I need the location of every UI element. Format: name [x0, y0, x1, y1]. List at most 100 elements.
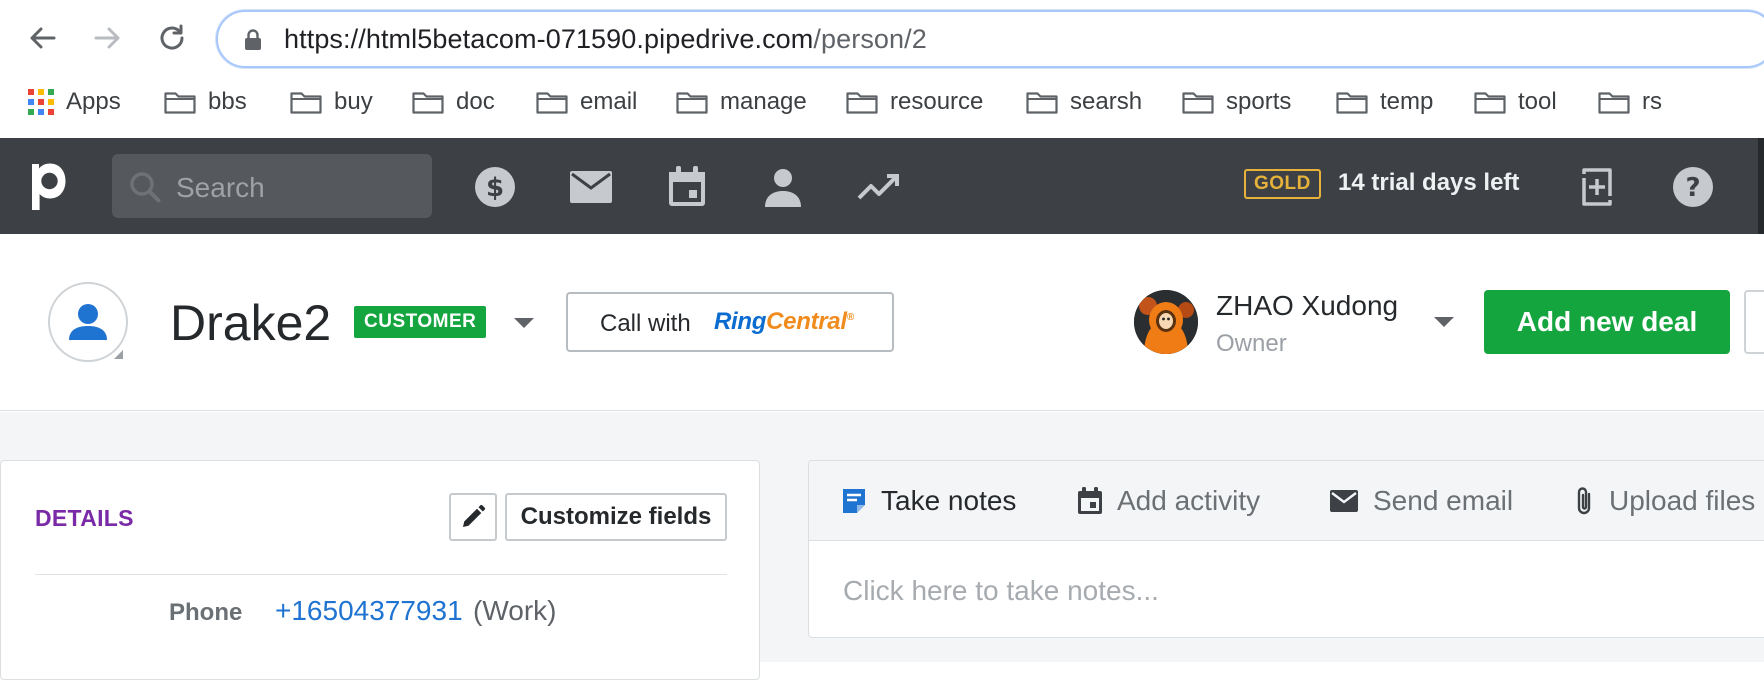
help-button[interactable]: ?: [1670, 164, 1716, 210]
content-area: DETAILS Customize fields Phone +16504377…: [0, 412, 1764, 680]
mail-icon: [1330, 490, 1358, 512]
tab-send-email[interactable]: Send email: [1329, 483, 1513, 519]
bookmark-label: tool: [1518, 88, 1557, 115]
ringcentral-logo: RingCentral®: [714, 308, 854, 335]
phone-label: Phone: [169, 599, 243, 626]
mail-nav[interactable]: [568, 164, 614, 210]
bookmark-doc[interactable]: doc: [412, 86, 495, 118]
activities-nav[interactable]: [664, 164, 710, 210]
bookmark-label: temp: [1380, 88, 1434, 115]
bookmark-label: sports: [1226, 88, 1292, 115]
add-new-deal-button[interactable]: Add new deal: [1484, 290, 1730, 354]
bookmark-manage[interactable]: manage: [676, 86, 807, 118]
help-icon: ?: [1673, 167, 1713, 207]
trend-icon: [857, 174, 899, 200]
folder-icon: [1474, 92, 1506, 114]
tab-label: Upload files: [1609, 485, 1756, 516]
pipedrive-logo-icon[interactable]: [28, 160, 74, 212]
tab-add-activity[interactable]: Add activity: [1077, 483, 1260, 519]
bookmark-resource[interactable]: resource: [846, 86, 983, 118]
more-actions-button[interactable]: [1744, 290, 1764, 354]
insights-nav[interactable]: [856, 164, 902, 210]
owner-dropdown-chevron-icon[interactable]: [1434, 317, 1454, 327]
url-path: /person/2: [813, 24, 927, 54]
bookmark-rs[interactable]: rs: [1598, 86, 1662, 118]
folder-icon: [1026, 92, 1058, 114]
person-name[interactable]: Drake2: [170, 294, 331, 352]
owner-avatar-image: [1134, 290, 1198, 354]
folder-icon: [1598, 92, 1630, 114]
bookmark-label: bbs: [208, 88, 247, 115]
trial-days-text[interactable]: 14 trial days left: [1338, 169, 1519, 197]
bookmark-label: buy: [334, 88, 373, 115]
tab-label: Take notes: [881, 485, 1017, 516]
phone-type: (Work): [473, 595, 557, 626]
svg-text:?: ?: [1685, 173, 1700, 203]
tab-upload-files[interactable]: Upload files: [1575, 483, 1755, 519]
folder-icon: [290, 92, 322, 114]
edit-details-button[interactable]: [449, 493, 497, 541]
bookmark-sports[interactable]: sports: [1182, 86, 1291, 118]
add-box-icon: [1578, 168, 1616, 206]
bookmark-searsh[interactable]: searsh: [1026, 86, 1142, 118]
folder-icon: [536, 92, 568, 114]
owner-name[interactable]: ZHAO Xudong: [1216, 290, 1398, 322]
bookmark-label: rs: [1642, 88, 1662, 115]
call-with-label: Call with: [600, 310, 691, 337]
address-bar[interactable]: https://html5betacom-071590.pipedrive.co…: [216, 10, 1764, 68]
forward-button[interactable]: [88, 18, 128, 58]
dollar-icon: $: [475, 167, 515, 207]
mail-icon: [570, 171, 612, 203]
contacts-nav[interactable]: [760, 164, 806, 210]
notes-tabs: Take notes Add activity Send email Uploa…: [809, 461, 1764, 541]
phone-link[interactable]: +16504377931: [275, 595, 463, 627]
bookmark-buy[interactable]: buy: [290, 86, 373, 118]
svg-text:$: $: [486, 173, 504, 203]
ringcentral-ring: Ring: [714, 308, 767, 335]
bookmark-label: searsh: [1070, 88, 1143, 115]
bookmark-label: doc: [456, 88, 495, 115]
calendar-icon: [1078, 487, 1102, 514]
folder-icon: [846, 92, 878, 114]
customer-label-badge[interactable]: CUSTOMER: [354, 306, 487, 338]
lock-icon: [245, 29, 261, 50]
bookmark-bbs[interactable]: bbs: [164, 86, 247, 118]
folder-icon: [1182, 92, 1214, 114]
tab-label: Add activity: [1117, 485, 1261, 516]
url-text: https://html5betacom-071590.pipedrive.co…: [284, 24, 927, 55]
app-header: Search $ GOLD 14 trial days left ?: [0, 138, 1764, 234]
search-input[interactable]: Search: [112, 154, 432, 218]
label-dropdown-chevron-icon[interactable]: [514, 318, 534, 328]
arrow-left-icon: [30, 27, 56, 49]
bookmark-apps[interactable]: Apps: [28, 86, 121, 118]
browser-chrome: https://html5betacom-071590.pipedrive.co…: [0, 0, 1764, 138]
back-button[interactable]: [22, 18, 62, 58]
take-notes-input[interactable]: Click here to take notes...: [843, 575, 1159, 607]
bookmark-tool[interactable]: tool: [1474, 86, 1557, 118]
search-placeholder: Search: [176, 172, 265, 203]
person-icon: [765, 169, 801, 207]
arrow-right-icon: [94, 27, 120, 49]
bookmark-email[interactable]: email: [536, 86, 637, 118]
deals-nav[interactable]: $: [472, 164, 518, 210]
person-header: Drake2 CUSTOMER Call with RingCentral® Z…: [0, 234, 1764, 411]
owner-avatar[interactable]: [1134, 290, 1198, 354]
bookmarks-bar: Apps bbs buy doc email manage resource s…: [0, 78, 1764, 124]
bookmark-temp[interactable]: temp: [1336, 86, 1433, 118]
quick-add-button[interactable]: [1574, 164, 1620, 210]
plan-badge[interactable]: GOLD: [1244, 169, 1321, 199]
url-host: https://html5betacom-071590.pipedrive.co…: [284, 24, 814, 54]
tab-take-notes[interactable]: Take notes: [841, 483, 1016, 519]
notes-card: Take notes Add activity Send email Uploa…: [808, 460, 1764, 638]
apps-grid-icon: [28, 89, 54, 115]
person-icon: [69, 304, 107, 340]
call-with-ringcentral-button[interactable]: Call with RingCentral®: [566, 292, 894, 352]
details-divider: [35, 574, 727, 575]
folder-icon: [164, 92, 196, 114]
details-title: DETAILS: [35, 505, 134, 531]
reload-button[interactable]: [152, 18, 192, 58]
customize-fields-button[interactable]: Customize fields: [505, 493, 727, 541]
bookmark-label: Apps: [66, 88, 121, 115]
ringcentral-central: Central: [766, 308, 847, 335]
details-card: DETAILS Customize fields Phone +16504377…: [0, 460, 760, 680]
